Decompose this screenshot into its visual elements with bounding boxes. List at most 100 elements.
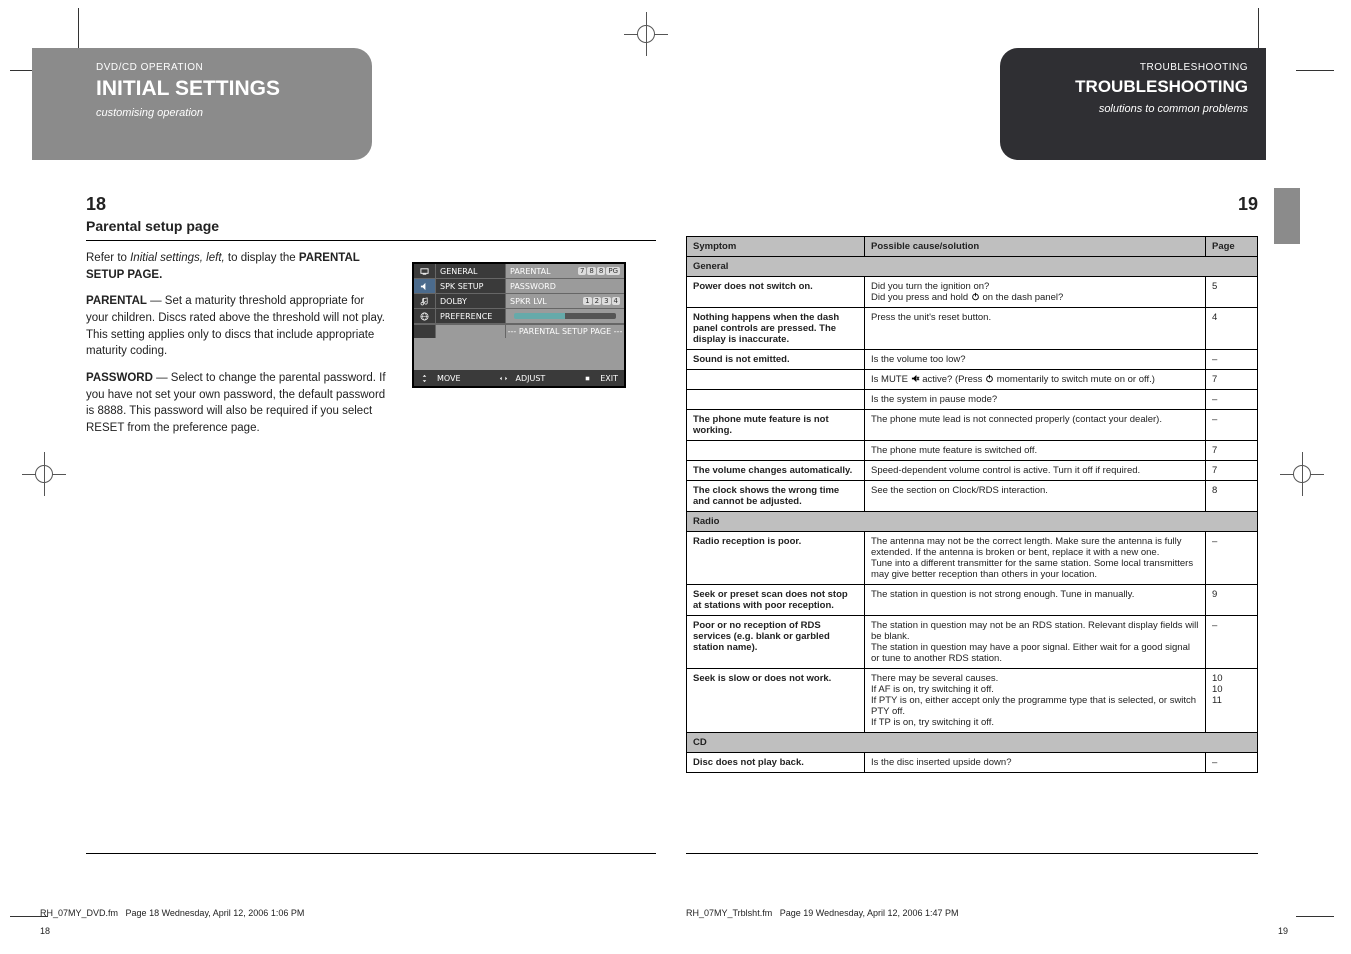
cell-symptom: Seek is slow or does not work. xyxy=(687,669,865,733)
cell-cause: Is MUTE active? (Press momentarily to sw… xyxy=(865,370,1206,390)
cell-cause: The phone mute feature is switched off. xyxy=(865,441,1206,461)
table-section-header: CD xyxy=(687,733,1258,753)
table-row: Radio reception is poor.The antenna may … xyxy=(687,532,1258,585)
body-text-block: Refer to Initial settings, left, to disp… xyxy=(86,250,386,437)
cell-symptom: The phone mute feature is not working. xyxy=(687,410,865,441)
cell-symptom xyxy=(687,390,865,410)
osd-move-label: MOVE xyxy=(437,374,461,383)
osd-digit: PG xyxy=(606,267,620,275)
corner-page-left: 18 xyxy=(40,926,50,936)
osd-bottom-bar: MOVE ADJUST EXIT xyxy=(414,370,624,386)
para1-italic: Initial settings, left, xyxy=(130,252,225,264)
header-kicker-left: DVD/CD OPERATION xyxy=(96,62,354,73)
table-section-header: General xyxy=(687,257,1258,277)
cell-page: – xyxy=(1206,410,1258,441)
osd-digit: 4 xyxy=(612,297,620,305)
table-row: Power does not switch on.Did you turn th… xyxy=(687,277,1258,308)
header-title-left: INITIAL SETTINGS xyxy=(96,77,354,101)
osd-digit: 7 xyxy=(578,267,586,275)
footer-rule-left xyxy=(86,853,656,854)
cell-page: 9 xyxy=(1206,585,1258,616)
osd-slider xyxy=(514,313,616,319)
osd-digit: 8 xyxy=(597,267,605,275)
table-row: Sound is not emitted.Is the volume too l… xyxy=(687,350,1258,370)
cell-symptom: Seek or preset scan does not stop at sta… xyxy=(687,585,865,616)
move-icon xyxy=(420,374,429,383)
header-title-right: TROUBLESHOOTING xyxy=(1018,77,1248,97)
th-page: Page xyxy=(1206,237,1258,257)
corner-page-right: 19 xyxy=(1278,926,1288,936)
cell-symptom: Nothing happens when the dash panel cont… xyxy=(687,308,865,350)
cell-symptom: Power does not switch on. xyxy=(687,277,865,308)
crop-mark-top-right-h xyxy=(1296,70,1334,71)
cell-cause: See the section on Clock/RDS interaction… xyxy=(865,481,1206,512)
power-icon xyxy=(971,292,980,301)
header-subtitle-left: customising operation xyxy=(96,107,354,119)
page-number-left: 18 xyxy=(86,194,106,215)
osd-icon-general xyxy=(414,264,436,278)
osd-sub-parental: PARENTAL xyxy=(510,267,551,276)
osd-exit-label: EXIT xyxy=(600,374,618,383)
cell-symptom: Poor or no reception of RDS services (e.… xyxy=(687,616,865,669)
cell-page: – xyxy=(1206,390,1258,410)
left-foot-stamp: Page 18 Wednesday, April 12, 2006 1:06 P… xyxy=(126,908,305,918)
cell-symptom xyxy=(687,441,865,461)
cell-cause: The station in question is not strong en… xyxy=(865,585,1206,616)
cell-page: 7 xyxy=(1206,441,1258,461)
osd-icon-speaker xyxy=(414,279,436,293)
troubleshooting-table: Symptom Possible cause/solution Page Gen… xyxy=(686,236,1258,773)
def-term-1: PASSWORD xyxy=(86,372,153,384)
cell-page: 8 xyxy=(1206,481,1258,512)
cell-cause: Press the unit's reset button. xyxy=(865,308,1206,350)
cell-cause: There may be several causes.If AF is on,… xyxy=(865,669,1206,733)
crop-mark-bottom-right-h xyxy=(1296,916,1334,917)
mute-icon xyxy=(911,374,920,383)
osd-sub-password: PASSWORD xyxy=(510,282,556,291)
osd-label-dolby: DOLBY xyxy=(436,294,506,308)
cell-page: – xyxy=(1206,350,1258,370)
osd-digit: 8 xyxy=(587,267,595,275)
table-row: The phone mute feature is not working.Th… xyxy=(687,410,1258,441)
table-row: Disc does not play back.Is the disc inse… xyxy=(687,753,1258,773)
osd-label-spksetup: SPK SETUP xyxy=(436,279,506,293)
section-rule xyxy=(86,240,656,241)
note-icon xyxy=(420,297,429,306)
para1-mid: to display the xyxy=(225,252,299,264)
page-left: DVD/CD OPERATION INITIAL SETTINGS custom… xyxy=(86,44,656,914)
cell-page: 4 xyxy=(1206,308,1258,350)
power-icon xyxy=(985,374,994,383)
exit-icon xyxy=(583,374,592,383)
table-row: The volume changes automatically.Speed-d… xyxy=(687,461,1258,481)
cell-page: 5 xyxy=(1206,277,1258,308)
table-row: Poor or no reception of RDS services (e.… xyxy=(687,616,1258,669)
table-row: Is MUTE active? (Press momentarily to sw… xyxy=(687,370,1258,390)
cell-page: 101011 xyxy=(1206,669,1258,733)
table-row: Nothing happens when the dash panel cont… xyxy=(687,308,1258,350)
osd-icon-preference xyxy=(414,309,436,323)
table-row: Seek or preset scan does not stop at sta… xyxy=(687,585,1258,616)
cell-symptom xyxy=(687,370,865,390)
cell-cause: Speed-dependent volume control is active… xyxy=(865,461,1206,481)
table-section-header: Radio xyxy=(687,512,1258,532)
th-symptom: Symptom xyxy=(687,237,865,257)
monitor-icon xyxy=(420,267,429,276)
cell-cause: Is the disc inserted upside down? xyxy=(865,753,1206,773)
registration-mark-right xyxy=(1280,452,1324,496)
globe-icon xyxy=(420,312,429,321)
osd-label-general: GENERAL xyxy=(436,264,506,278)
section-title: Parental setup page xyxy=(86,218,219,234)
osd-adjust-label: ADJUST xyxy=(516,374,546,383)
registration-mark-left xyxy=(22,452,66,496)
cell-page: – xyxy=(1206,532,1258,585)
left-foot-file: RH_07MY_DVD.fm xyxy=(40,908,118,918)
cell-symptom: Sound is not emitted. xyxy=(687,350,865,370)
osd-digit: 3 xyxy=(602,297,610,305)
cell-page: – xyxy=(1206,616,1258,669)
osd-menu: GENERAL PARENTAL 7 8 8 PG SPK SETUP xyxy=(412,262,626,388)
right-foot-file: RH_07MY_Trblsht.fm xyxy=(686,908,772,918)
cell-page: – xyxy=(1206,753,1258,773)
table-row: Seek is slow or does not work.There may … xyxy=(687,669,1258,733)
para1-lead: Refer to xyxy=(86,252,130,264)
th-cause: Possible cause/solution xyxy=(865,237,1206,257)
header-kicker-right: TROUBLESHOOTING xyxy=(1018,62,1248,73)
